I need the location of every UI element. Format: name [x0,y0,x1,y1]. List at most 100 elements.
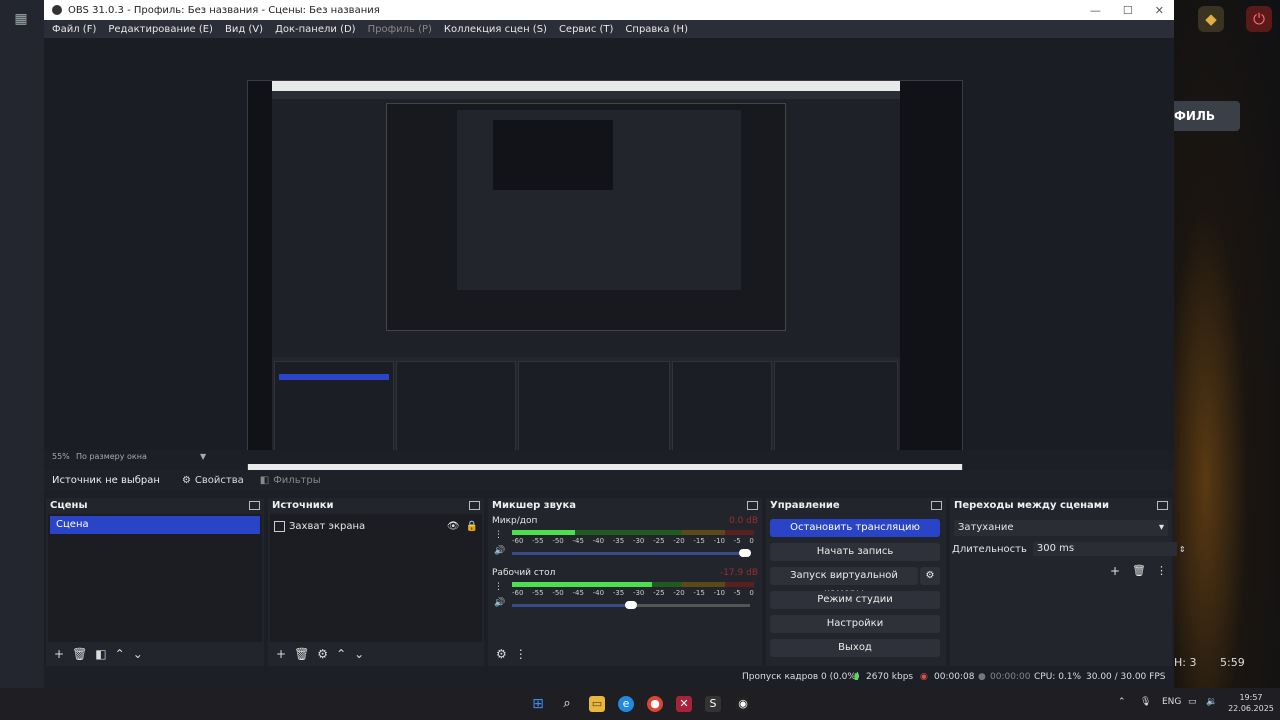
studio-mode-button[interactable]: Режим студии [770,591,940,609]
level-meter-fill [512,530,575,535]
meter-tick-label: 0 [749,589,754,597]
undock-icon[interactable] [469,500,480,510]
exit-button[interactable]: Выход [770,639,940,657]
status-bar: Пропуск кадров 0 (0.0%) ▮ 2670 kbps ◉ 00… [44,668,1174,688]
tray-chevron-icon[interactable]: ⌃ [1118,697,1126,707]
zoom-dropdown-icon[interactable]: ▼ [200,452,206,461]
volume-icon[interactable]: 🔉 [1206,697,1217,707]
mixer-channel-desktop: Рабочий стол -17.9 dB ⋮ -60 -55 -50 -45 -40-… [492,568,758,616]
obs-taskbar-icon[interactable]: ◉ [735,696,751,712]
stop-stream-button[interactable]: Остановить трансляцию [770,519,940,537]
filters-button[interactable]: ◧ Фильтры [260,475,321,486]
meter-tick-label: -35 [612,589,625,597]
desktop-profile-button[interactable]: ФИЛЬ [1174,101,1240,131]
scene-filters-icon[interactable]: ◧ [95,647,106,661]
add-scene-icon[interactable]: + [54,647,64,661]
source-settings-icon[interactable]: ⚙ [317,647,328,661]
audio-settings-icon[interactable]: ⚙ [496,647,507,661]
steam-icon[interactable]: S [705,696,721,712]
dropped-frames: Пропуск кадров 0 (0.0%) [742,672,860,682]
duration-input[interactable]: 300 ms [1032,542,1177,556]
desktop-status-right: 5:59 [1220,656,1245,669]
spin-icon[interactable]: ⇕ [1179,545,1186,554]
preview-area[interactable] [44,38,1174,484]
clock[interactable]: 19:57 22.06.2025 [1228,692,1274,714]
meter-tick-label: -25 [653,537,665,545]
game-icon[interactable]: ✕ [676,696,692,712]
move-up-icon[interactable]: ⌃ [336,647,346,661]
chrome-icon[interactable]: ● [647,696,663,712]
undock-icon[interactable] [249,500,260,510]
transition-select[interactable]: Затухание ▾ [954,520,1168,536]
volume-slider[interactable] [512,549,752,557]
lock-icon[interactable]: 🔒 [466,521,478,532]
record-time: 00:00:00 [990,672,1031,682]
power-icon[interactable]: ⏻ [1246,6,1272,32]
close-icon[interactable]: ✕ [1155,4,1164,17]
speaker-icon[interactable]: 🔊 [494,546,505,556]
minimize-icon[interactable]: — [1090,4,1101,17]
volume-knob[interactable] [739,549,752,557]
kebab-icon[interactable]: ⋮ [494,530,503,540]
remove-source-icon[interactable]: 🗑 [294,647,309,661]
meter-tick-label: -45 [572,589,584,597]
zoom-percent[interactable]: 55% [52,452,70,461]
menu-profile[interactable]: Профиль (P) [362,24,438,35]
clock-date: 22.06.2025 [1228,704,1274,713]
preview-canvas[interactable] [247,80,963,484]
level-meter [512,582,754,587]
remove-scene-icon[interactable]: 🗑 [72,647,87,661]
transition-menu-icon[interactable]: ⋮ [1156,564,1167,577]
volume-slider[interactable] [512,601,750,609]
search-icon[interactable]: ⌕ [559,696,575,712]
scene-item[interactable]: Сцена [50,516,260,534]
meter-tick-label: -55 [532,537,544,545]
sources-title: Источники [272,499,334,511]
clock-time: 19:57 [1239,693,1263,702]
virtual-camera-settings-icon[interactable]: ⚙ [920,567,940,585]
mixer-menu-icon[interactable]: ⋮ [515,647,527,661]
edge-icon[interactable]: e [618,696,634,712]
meter-tick-label: 0 [749,537,754,545]
eye-icon[interactable]: 👁 [447,521,460,532]
add-transition-icon[interactable]: + [1110,564,1120,578]
remove-transition-icon[interactable]: 🗑 [1132,564,1146,577]
settings-button[interactable]: Настройки [770,615,940,633]
virtual-camera-button[interactable]: Запуск виртуальной камеры [770,567,918,599]
add-source-icon[interactable]: + [276,647,286,661]
folder-icon[interactable]: ▭ [589,696,605,712]
start-record-button[interactable]: Начать запись [770,543,940,561]
meter-tick-label: -35 [612,537,625,545]
meter-tick-label: -45 [572,537,584,545]
game-launcher-icon[interactable]: ◆ [1198,6,1224,32]
menu-view[interactable]: Вид (V) [219,24,269,35]
move-down-icon[interactable]: ⌄ [133,647,143,661]
source-item[interactable]: Захват экрана 👁 🔒 [274,518,478,534]
menu-file[interactable]: Файл (F) [46,24,102,35]
kebab-icon[interactable]: ⋮ [494,582,503,592]
meter-tick-label: -5 [733,589,741,597]
volume-knob[interactable] [625,601,637,609]
zoom-mode[interactable]: По размеру окна [76,452,147,461]
menu-docks[interactable]: Док-панели (D) [269,24,362,35]
desktop-app-icon[interactable]: ▦ [10,8,32,30]
menu-edit[interactable]: Редактирование (E) [102,24,219,35]
network-icon[interactable]: ▭ [1188,697,1197,707]
properties-button[interactable]: ⚙ Свойства [182,475,244,486]
move-down-icon[interactable]: ⌄ [354,647,364,661]
microphone-icon[interactable]: 🎙 [1140,697,1151,707]
menu-scene-collection[interactable]: Коллекция сцен (S) [438,24,553,35]
language-indicator[interactable]: ENG [1162,697,1181,707]
undock-icon[interactable] [1157,500,1168,510]
chevron-down-icon: ▾ [1158,522,1164,533]
no-source-label: Источник не выбран [52,474,160,486]
speaker-icon[interactable]: 🔊 [494,598,505,608]
menu-help[interactable]: Справка (H) [619,24,694,35]
undock-icon[interactable] [747,500,758,510]
move-up-icon[interactable]: ⌃ [115,647,125,661]
menu-tools[interactable]: Сервис (T) [553,24,619,35]
meter-tick-label: -55 [532,589,544,597]
maximize-icon[interactable]: ☐ [1123,4,1133,17]
windows-start-icon[interactable]: ⊞ [530,696,546,712]
undock-icon[interactable] [931,500,942,510]
